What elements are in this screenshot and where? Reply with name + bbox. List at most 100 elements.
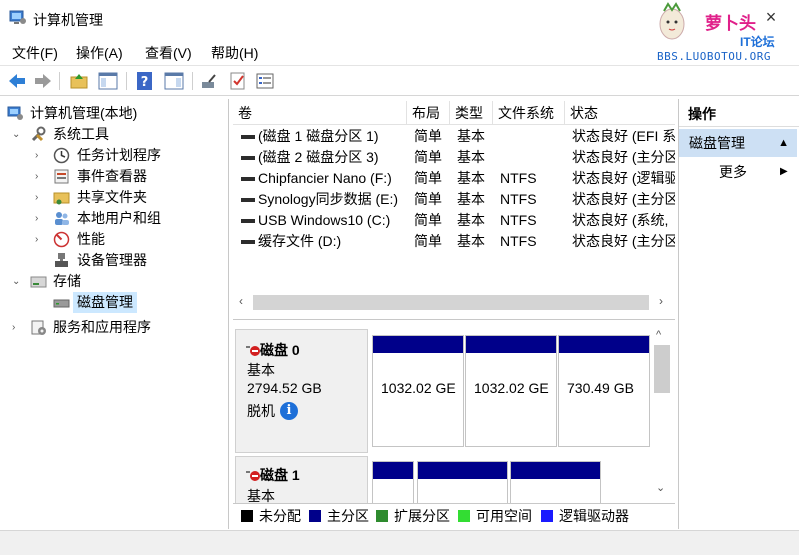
vertical-scrollbar[interactable]: ^ ⌄ xyxy=(652,327,672,503)
tree-item-system-tools[interactable]: ⌄ 系统工具 xyxy=(0,124,229,145)
tree-item-root[interactable]: 计算机管理(本地) xyxy=(0,103,229,124)
volume-name: 缓存文件 (D:) xyxy=(258,233,342,249)
chevron-right-icon[interactable]: › xyxy=(35,166,45,187)
table-row[interactable]: Synology同步数据 (E:) 简单 基本 NTFS 状态良好 (主分区 xyxy=(233,189,675,210)
horizontal-scrollbar[interactable]: ‹ › xyxy=(233,292,675,312)
scroll-right-button[interactable]: › xyxy=(659,294,663,308)
tree-item-event-viewer[interactable]: › 事件查看器 xyxy=(0,166,229,187)
toolbar-separator xyxy=(59,72,60,90)
window-title: 计算机管理 xyxy=(33,12,103,28)
toolbar-separator xyxy=(192,72,193,90)
legend-item: 可用空间 xyxy=(458,508,532,524)
table-row[interactable]: (磁盘 2 磁盘分区 3) 简单 基本 状态良好 (主分区 xyxy=(233,147,675,168)
forward-icon[interactable] xyxy=(32,70,54,92)
clock-icon xyxy=(53,147,70,164)
column-header-filesystem[interactable]: 文件系统 xyxy=(493,101,565,125)
device-manager-icon xyxy=(55,253,68,267)
table-row[interactable]: USB Windows10 (C:) 简单 基本 NTFS 状态良好 (系统, xyxy=(233,210,675,231)
disk-0-partition-2[interactable]: 1032.02 GE xyxy=(465,335,557,447)
menu-action[interactable]: 操作(A) xyxy=(76,43,123,63)
tree-item-task-scheduler[interactable]: › 任务计划程序 xyxy=(0,145,229,166)
table-row[interactable]: 缓存文件 (D:) 简单 基本 NTFS 状态良好 (主分区 xyxy=(233,231,675,252)
menu-help[interactable]: 帮助(H) xyxy=(211,43,258,63)
info-icon[interactable]: i xyxy=(280,402,298,420)
chevron-right-icon[interactable]: › xyxy=(35,208,45,229)
volume-list-header: 卷 布局 类型 文件系统 状态 xyxy=(233,101,675,125)
disk-name: 磁盘 0 xyxy=(260,342,300,358)
primary-partition-bar xyxy=(511,462,600,479)
tree-item-shared-folders[interactable]: › 共享文件夹 xyxy=(0,187,229,208)
disk-graphical-view: 磁盘 0 基本 2794.52 GB 脱机 i 1032.02 GE 1032.… xyxy=(233,325,675,503)
disk-1-partition-3[interactable] xyxy=(510,461,601,503)
scrollbar-thumb[interactable] xyxy=(253,295,649,310)
disk-0-partition-1[interactable]: 1032.02 GE xyxy=(372,335,464,447)
connect-icon[interactable] xyxy=(199,70,221,92)
help-icon[interactable]: ? xyxy=(134,70,156,92)
tree-item-local-users[interactable]: › 本地用户和组 xyxy=(0,208,229,229)
chevron-right-icon[interactable]: › xyxy=(35,229,45,250)
volume-icon xyxy=(241,219,255,223)
legend-label: 扩展分区 xyxy=(394,508,450,524)
column-header-type[interactable]: 类型 xyxy=(450,101,493,125)
tree-item-storage[interactable]: ⌄ 存储 xyxy=(0,271,229,292)
chevron-right-icon[interactable]: › xyxy=(35,145,45,166)
column-header-status[interactable]: 状态 xyxy=(565,101,675,125)
table-row[interactable]: Chipfancier Nano (F:) 简单 基本 NTFS 状态良好 (逻… xyxy=(233,168,675,189)
disk-1-partition-1[interactable] xyxy=(372,461,414,503)
computer-management-icon xyxy=(9,10,26,24)
primary-partition-bar xyxy=(373,336,463,353)
close-button[interactable]: × xyxy=(760,6,782,28)
check-icon[interactable] xyxy=(227,70,249,92)
legend-item: 主分区 xyxy=(309,508,369,524)
actions-section-disk-management[interactable]: 磁盘管理 ▲ xyxy=(679,129,797,157)
tree-item-services[interactable]: › 服务和应用程序 xyxy=(0,317,229,338)
volume-name: Synology同步数据 (E:) xyxy=(258,191,399,207)
volume-name: (磁盘 2 磁盘分区 3) xyxy=(258,149,379,165)
disk-0-label[interactable]: 磁盘 0 基本 2794.52 GB 脱机 i xyxy=(235,329,368,453)
tree-item-label: 本地用户和组 xyxy=(77,210,161,226)
menu-view[interactable]: 查看(V) xyxy=(145,43,192,63)
submenu-arrow-icon[interactable]: ▶ xyxy=(780,161,788,183)
legend-label: 主分区 xyxy=(327,508,369,524)
back-icon[interactable] xyxy=(6,70,28,92)
legend-label: 可用空间 xyxy=(476,508,532,524)
scroll-left-button[interactable]: ‹ xyxy=(239,294,243,308)
show-hide-tree-icon[interactable] xyxy=(97,70,119,92)
chevron-right-icon[interactable]: › xyxy=(12,317,22,338)
column-header-layout[interactable]: 布局 xyxy=(407,101,450,125)
tree-item-label: 设备管理器 xyxy=(77,252,147,268)
collapse-arrow-icon[interactable]: ▲ xyxy=(778,129,789,157)
disk-name: 磁盘 1 xyxy=(260,467,300,483)
scrollbar-thumb[interactable] xyxy=(654,345,670,393)
chevron-down-icon[interactable]: ⌄ xyxy=(12,271,22,292)
properties-icon[interactable] xyxy=(254,70,276,92)
scroll-up-button[interactable]: ^ xyxy=(656,329,661,341)
more-actions-item[interactable]: 更多 xyxy=(719,161,747,183)
chevron-right-icon[interactable]: › xyxy=(35,187,45,208)
show-action-pane-icon[interactable] xyxy=(163,70,185,92)
disk-0-partition-3[interactable]: 730.49 GB xyxy=(558,335,650,447)
legend-swatch xyxy=(376,510,388,522)
table-row[interactable]: (磁盘 1 磁盘分区 1) 简单 基本 状态良好 (EFI 系 xyxy=(233,126,675,147)
scroll-down-button[interactable]: ⌄ xyxy=(656,481,665,494)
legend-label: 未分配 xyxy=(259,508,301,524)
up-folder-icon[interactable] xyxy=(68,70,90,92)
disk-1-partition-2[interactable] xyxy=(417,461,508,503)
disk-size: 2794.52 GB xyxy=(247,380,322,396)
offline-disk-icon xyxy=(246,346,260,356)
volume-filesystem: NTFS xyxy=(500,212,537,228)
tree-item-device-manager[interactable]: 设备管理器 xyxy=(0,250,229,271)
tree-item-label: 服务和应用程序 xyxy=(53,319,151,335)
actions-title: 操作 xyxy=(679,101,799,127)
disk-1-label[interactable]: 磁盘 1 基本 xyxy=(235,456,368,503)
partition-size: 1032.02 GE xyxy=(474,380,549,396)
tree-item-performance[interactable]: › 性能 xyxy=(0,229,229,250)
disk-type: 基本 xyxy=(247,362,275,378)
watermark-title: 萝卜头 xyxy=(705,14,756,34)
volume-name: Chipfancier Nano (F:) xyxy=(258,170,392,186)
tree-item-disk-management[interactable]: 磁盘管理 xyxy=(0,292,229,313)
chevron-down-icon[interactable]: ⌄ xyxy=(12,124,22,145)
menu-file[interactable]: 文件(F) xyxy=(12,43,58,63)
volume-filesystem: NTFS xyxy=(500,191,537,207)
column-header-volume[interactable]: 卷 xyxy=(233,101,407,125)
